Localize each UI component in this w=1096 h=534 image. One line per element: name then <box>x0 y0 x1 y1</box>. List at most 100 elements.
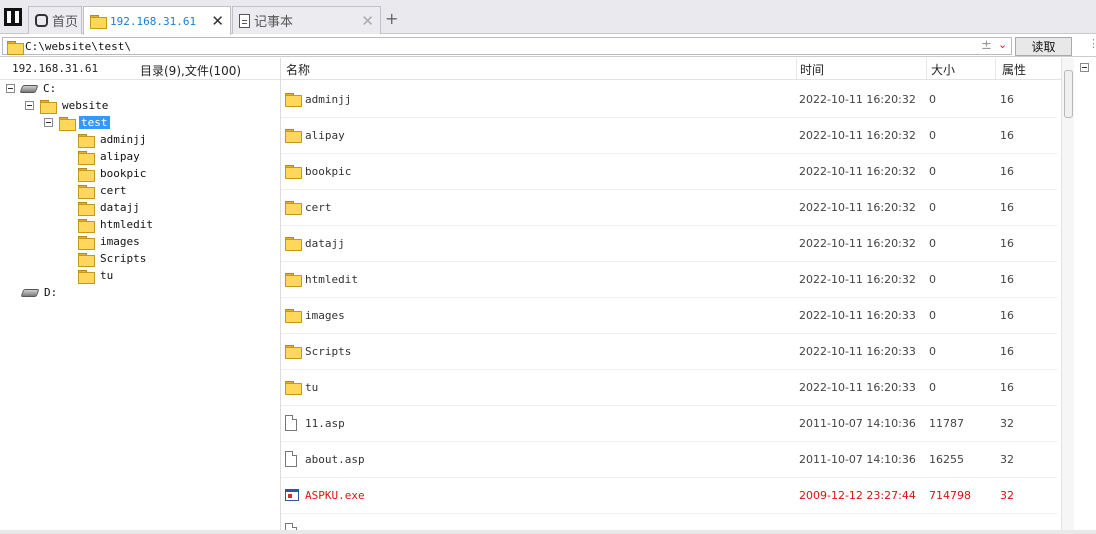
folder-icon <box>285 165 302 179</box>
file-icon <box>285 523 297 530</box>
close-icon[interactable]: ✕ <box>211 12 224 30</box>
chevron-down-icon[interactable]: ⌄ <box>998 38 1007 51</box>
file-attr: 16 <box>1000 165 1014 178</box>
scrollbar-thumb[interactable] <box>1064 70 1073 118</box>
read-button[interactable]: 读取 <box>1015 37 1072 56</box>
app-logo-icon[interactable] <box>4 8 22 26</box>
tree-node-cert[interactable]: cert <box>78 182 129 199</box>
tree-node-htmledit[interactable]: htmledit <box>78 216 155 233</box>
column-separator[interactable] <box>926 58 927 79</box>
tab-server-label: 192.168.31.61 <box>110 14 197 28</box>
file-time: 2009-12-12 23:27:44 <box>799 489 916 502</box>
folder-icon <box>7 41 24 55</box>
add-tab-button[interactable]: + <box>385 9 398 28</box>
file-size: 0 <box>929 237 936 250</box>
column-header-time[interactable]: 时间 <box>800 61 824 79</box>
path-input[interactable] <box>25 39 965 54</box>
tree-node-images[interactable]: images <box>78 233 142 250</box>
column-separator[interactable] <box>796 58 797 79</box>
tab-server[interactable]: 192.168.31.61 ✕ <box>83 6 231 35</box>
collapse-icon[interactable] <box>44 118 53 127</box>
table-row[interactable]: alipay 2022-10-11 16:20:32 0 16 <box>281 118 1057 154</box>
file-name: datajj <box>305 237 345 250</box>
folder-icon <box>59 116 76 131</box>
tree-node-label: alipay <box>100 150 140 163</box>
folder-icon <box>285 309 302 323</box>
file-size: 0 <box>929 345 936 358</box>
folder-icon <box>285 345 302 359</box>
file-name: bookpic <box>305 165 352 178</box>
table-row[interactable]: ASPKU.exe 2009-12-12 23:27:44 714798 32 <box>281 478 1057 514</box>
folder-icon <box>78 252 95 267</box>
collapse-icon[interactable] <box>25 101 34 110</box>
tree-node-label: D: <box>44 286 58 299</box>
file-icon <box>285 451 297 467</box>
file-name: alipay <box>305 129 345 142</box>
vertical-scrollbar[interactable] <box>1061 58 1074 530</box>
tree-node-label: cert <box>100 184 127 197</box>
folder-icon <box>285 93 302 107</box>
file-attr: 16 <box>1000 273 1014 286</box>
table-row[interactable]: 11.asp 2011-10-07 14:10:36 11787 32 <box>281 406 1057 442</box>
close-icon[interactable]: ✕ <box>361 12 374 30</box>
tree-node-label: Scripts <box>100 252 147 265</box>
file-size: 0 <box>929 273 936 286</box>
tree-node-alipay[interactable]: alipay <box>78 148 142 165</box>
column-header-size[interactable]: 大小 <box>931 61 955 79</box>
table-row[interactable]: images 2022-10-11 16:20:33 0 16 <box>281 298 1057 334</box>
tree-node-tu[interactable]: tu <box>78 267 115 284</box>
tree-node-c-drive[interactable]: C: <box>6 80 58 97</box>
table-row[interactable]: tu 2022-10-11 16:20:33 0 16 <box>281 370 1057 406</box>
table-row[interactable]: datajj 2022-10-11 16:20:32 0 16 <box>281 226 1057 262</box>
file-size: 714798 <box>929 489 971 502</box>
host-address: 192.168.31.61 <box>12 62 99 75</box>
file-attr: 16 <box>1000 381 1014 394</box>
table-row[interactable]: adminjj 2022-10-11 16:20:32 0 16 <box>281 82 1057 118</box>
edge-handle[interactable]: ⋮ <box>1088 37 1096 50</box>
tree-node-test[interactable]: test <box>44 114 110 131</box>
file-name: cert <box>305 201 332 214</box>
file-name: about.asp <box>305 453 365 466</box>
address-bar: ± ⌄ 读取 ⋮ <box>0 35 1096 57</box>
file-size: 11787 <box>929 417 964 430</box>
left-panel-header: 192.168.31.61 目录(9),文件(100) <box>0 58 280 80</box>
table-row[interactable]: htmledit 2022-10-11 16:20:32 0 16 <box>281 262 1057 298</box>
folder-icon <box>78 218 95 233</box>
tree-node-d-drive[interactable]: D: <box>20 284 59 301</box>
tree-node-adminjj[interactable]: adminjj <box>78 131 148 148</box>
file-time: 2011-10-07 14:10:36 <box>799 417 916 430</box>
table-row[interactable]: about.asp 2011-10-07 14:10:36 16255 32 <box>281 442 1057 478</box>
file-name: ASPKU.exe <box>305 489 365 502</box>
folder-icon <box>285 201 302 215</box>
folder-icon <box>78 235 95 250</box>
table-row[interactable]: bookpic 2022-10-11 16:20:32 0 16 <box>281 154 1057 190</box>
collapse-icon[interactable] <box>6 84 15 93</box>
collapse-icon[interactable] <box>1080 63 1089 72</box>
tree-node-scripts[interactable]: Scripts <box>78 250 148 267</box>
file-name: adminjj <box>305 93 352 106</box>
tab-notepad[interactable]: 记事本 ✕ <box>232 6 381 34</box>
horizontal-scrollbar[interactable] <box>0 530 1096 534</box>
tab-home[interactable]: 首页 <box>28 6 82 34</box>
file-attr: 32 <box>1000 489 1014 502</box>
file-name: images <box>305 309 345 322</box>
tree-node-label: images <box>100 235 140 248</box>
table-row[interactable]: Scripts 2022-10-11 16:20:33 0 16 <box>281 334 1057 370</box>
file-name: 11.asp <box>305 417 345 430</box>
plus-minus-icon[interactable]: ± <box>981 38 992 53</box>
column-header-attributes[interactable]: 属性 <box>1002 61 1026 79</box>
file-size: 0 <box>929 381 936 394</box>
tree-node-website[interactable]: website <box>25 97 110 114</box>
tree-node-datajj[interactable]: datajj <box>78 199 142 216</box>
file-time: 2011-10-07 14:10:36 <box>799 453 916 466</box>
executable-icon <box>285 489 299 501</box>
file-time: 2022-10-11 16:20:32 <box>799 93 916 106</box>
column-separator[interactable] <box>995 58 996 79</box>
tree-node-bookpic[interactable]: bookpic <box>78 165 148 182</box>
tab-bar: 首页 192.168.31.61 ✕ 记事本 ✕ + <box>0 0 1096 35</box>
folder-icon <box>78 184 95 199</box>
table-row-partial[interactable] <box>281 514 1057 530</box>
column-header-name[interactable]: 名称 <box>286 61 310 79</box>
tab-home-label: 首页 <box>52 15 79 30</box>
table-row[interactable]: cert 2022-10-11 16:20:32 0 16 <box>281 190 1057 226</box>
